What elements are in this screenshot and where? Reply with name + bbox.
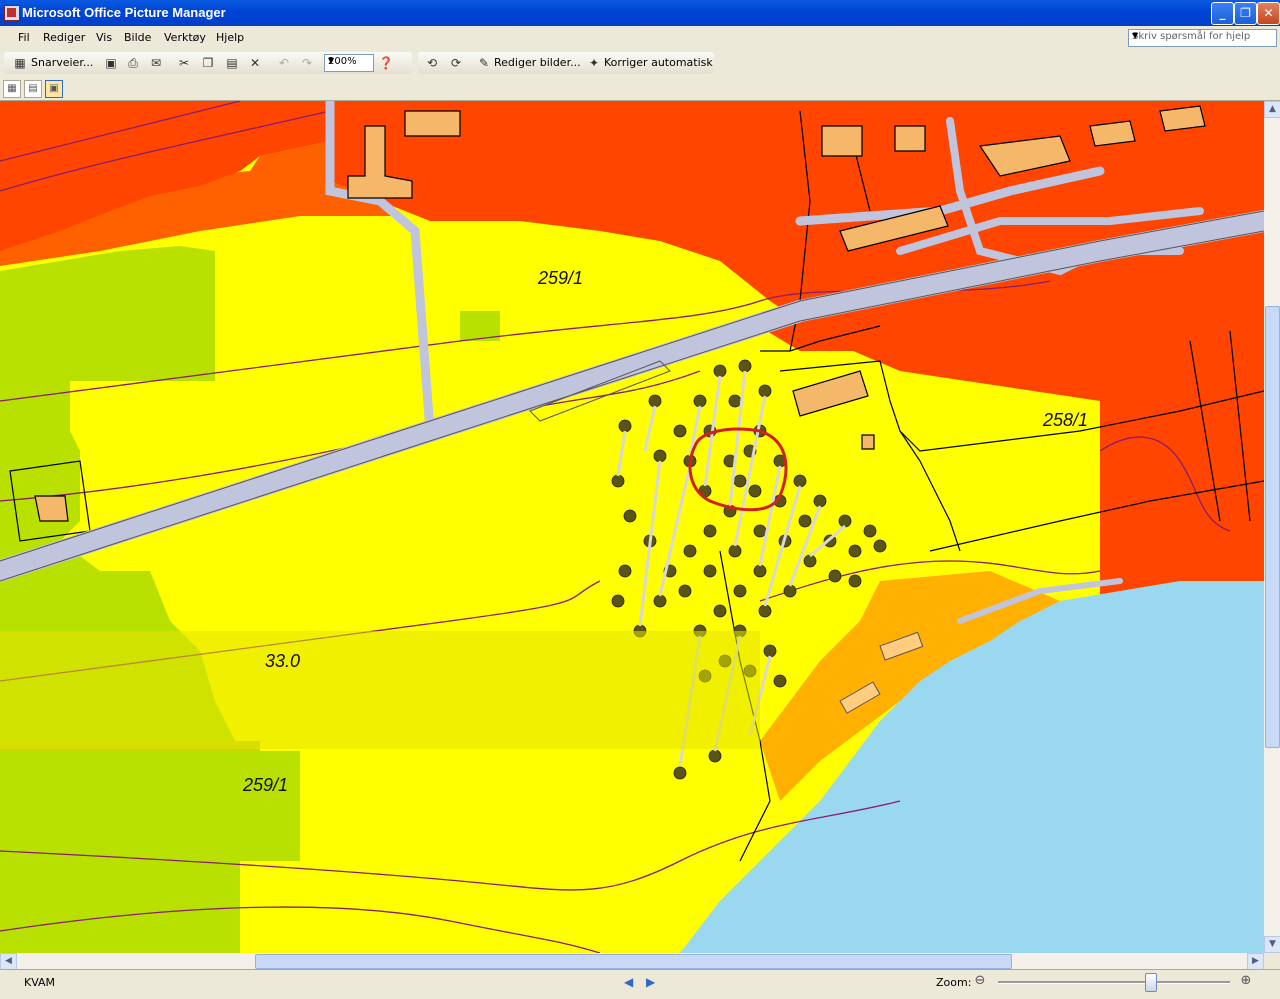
close-button[interactable]: ✕: [1257, 2, 1280, 25]
zoom-slider-thumb[interactable]: [1145, 973, 1157, 992]
email-icon[interactable]: ✉: [148, 55, 164, 71]
menu-bilde[interactable]: Bilde: [124, 31, 151, 44]
print-icon[interactable]: ⎙: [125, 55, 141, 71]
scroll-left-icon[interactable]: ◀: [0, 953, 17, 970]
delete-icon[interactable]: ✕: [247, 55, 263, 71]
paste-icon[interactable]: ▤: [224, 55, 240, 71]
rotate-left-icon[interactable]: ⟲: [424, 55, 440, 71]
scroll-down-icon[interactable]: ▼: [1264, 936, 1280, 953]
chevron-down-icon[interactable]: ▼: [328, 56, 371, 65]
elevation-label-1: 259/1: [537, 268, 583, 288]
shortcuts-icon: ▦: [14, 56, 26, 70]
elevation-label-2: 258/1: [1042, 410, 1088, 430]
minimize-button[interactable]: _: [1211, 2, 1234, 25]
window-title: Microsoft Office Picture Manager: [22, 5, 226, 20]
vertical-scroll-thumb[interactable]: [1265, 306, 1280, 748]
zoom-in-icon[interactable]: ⊕: [1238, 973, 1254, 989]
scroll-up-icon[interactable]: ▲: [1264, 101, 1280, 118]
status-bar: KVAM ◀ ▶ Zoom: ⊖ ⊕: [0, 969, 1280, 999]
restore-button[interactable]: ❐: [1234, 2, 1257, 25]
elevation-label-3: 33.0: [265, 651, 300, 671]
auto-correct-icon: ✦: [588, 56, 600, 70]
title-bar: Microsoft Office Picture Manager _ ❐ ✕: [0, 0, 1280, 26]
menu-hjelp[interactable]: Hjelp: [216, 31, 244, 44]
chevron-down-icon[interactable]: ▼: [1132, 31, 1274, 40]
vertical-scrollbar[interactable]: ▲ ▼: [1264, 101, 1280, 953]
menu-fil[interactable]: Fil: [18, 31, 30, 44]
map-image: 259/1 258/1 33.0 259/1: [0, 101, 1264, 953]
undo-icon[interactable]: ↶: [276, 55, 292, 71]
scroll-right-icon[interactable]: ▶: [1247, 953, 1264, 970]
menu-verktoy[interactable]: Verktøy: [164, 31, 206, 44]
copy-icon[interactable]: ❐: [200, 55, 216, 71]
horizontal-scroll-thumb[interactable]: [255, 954, 1012, 969]
elevation-label-4: 259/1: [242, 775, 288, 795]
menu-vis[interactable]: Vis: [96, 31, 112, 44]
cut-icon[interactable]: ✂: [176, 55, 192, 71]
shortcuts-button[interactable]: Snarveier...: [31, 54, 93, 72]
single-picture-view-icon[interactable]: ▣: [45, 80, 63, 98]
previous-picture-icon[interactable]: ◀: [624, 975, 633, 989]
auto-correct-button[interactable]: Korriger automatisk: [604, 54, 713, 72]
menu-rediger[interactable]: Rediger: [43, 31, 85, 44]
help-icon[interactable]: ❓: [378, 55, 394, 71]
edit-pictures-icon: ✎: [478, 56, 490, 70]
rotate-right-icon[interactable]: ⟳: [448, 55, 464, 71]
view-toolbar: [0, 76, 1280, 101]
filmstrip-view-icon[interactable]: ▤: [24, 80, 42, 98]
picture-viewer[interactable]: 259/1 258/1 33.0 259/1: [0, 101, 1264, 953]
thumbnail-view-icon[interactable]: ▦: [3, 80, 21, 98]
redo-icon[interactable]: ↷: [299, 55, 315, 71]
file-name: KVAM: [24, 976, 56, 989]
zoom-out-icon[interactable]: ⊖: [972, 973, 988, 989]
scroll-corner: [1264, 953, 1280, 969]
zoom-label: Zoom:: [936, 976, 972, 989]
zoom-slider-track[interactable]: [998, 981, 1230, 984]
next-picture-icon[interactable]: ▶: [646, 975, 655, 989]
edit-pictures-button[interactable]: Rediger bilder...: [494, 54, 581, 72]
app-icon: [4, 5, 20, 21]
zoom-select[interactable]: 200% ▼: [324, 54, 374, 72]
save-icon[interactable]: ▣: [103, 55, 119, 71]
help-search-box[interactable]: Skriv spørsmål for hjelp ▼: [1128, 29, 1277, 47]
menu-bar: Fil Rediger Vis Bilde Verktøy Hjelp: [0, 26, 1280, 49]
horizontal-scrollbar[interactable]: ◀ ▶: [0, 953, 1264, 970]
